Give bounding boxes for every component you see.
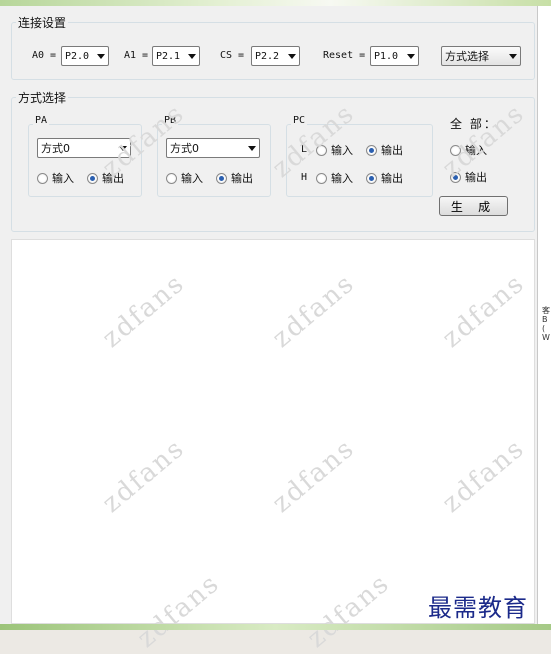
a1-label: A1 = xyxy=(124,50,149,61)
radio-selected-icon xyxy=(366,172,377,184)
all-title: 全 部： xyxy=(450,117,498,131)
connection-group: 连接设置 A0 = P2.0 A1 = P2.1 CS = P2.2 Reset… xyxy=(11,14,535,80)
app-window: 连接设置 A0 = P2.0 A1 = P2.1 CS = P2.2 Reset… xyxy=(0,6,538,654)
radio-icon xyxy=(166,172,177,184)
generate-button[interactable]: 生 成 xyxy=(439,196,508,216)
chevron-down-icon xyxy=(506,47,520,65)
pa-input-radio[interactable]: 输入 xyxy=(37,170,74,186)
pb-title: PB xyxy=(162,115,179,126)
pc-low-label: L xyxy=(301,144,308,155)
chevron-down-icon xyxy=(185,47,199,65)
radio-icon xyxy=(316,144,327,156)
pa-output-label: 输出 xyxy=(102,172,124,185)
a0-label: A0 = xyxy=(32,50,57,61)
cs-select[interactable]: P2.2 xyxy=(251,46,300,66)
all-input-label: 输入 xyxy=(465,144,487,157)
pc-low-output-radio[interactable]: 输出 xyxy=(366,142,403,158)
chevron-down-icon xyxy=(94,47,108,65)
chevron-down-icon xyxy=(245,139,259,157)
pb-output-label: 输出 xyxy=(231,172,253,185)
radio-selected-icon xyxy=(366,144,377,156)
reset-select[interactable]: P1.0 xyxy=(370,46,419,66)
chevron-down-icon xyxy=(285,47,299,65)
mode-group: 方式选择 PA 方式0 输入 输出 PB 方式0 输入 输出 PC L 输入 输… xyxy=(11,89,535,232)
all-output-radio[interactable]: 输出 xyxy=(450,169,487,185)
mode-select-dropdown[interactable]: 方式选择 xyxy=(441,46,521,66)
pc-low-output-label: 输出 xyxy=(381,144,403,157)
pc-low-input-label: 输入 xyxy=(331,144,353,157)
radio-selected-icon xyxy=(450,171,461,183)
pc-title: PC xyxy=(291,115,308,126)
chevron-down-icon xyxy=(404,47,418,65)
pa-title: PA xyxy=(33,115,50,126)
pa-mode-select[interactable]: 方式0 xyxy=(37,138,131,158)
pb-mode-value: 方式0 xyxy=(170,142,199,155)
mode-group-title: 方式选择 xyxy=(16,89,69,106)
pb-input-radio[interactable]: 输入 xyxy=(166,170,203,186)
pc-low-input-radio[interactable]: 输入 xyxy=(316,142,353,158)
pa-output-radio[interactable]: 输出 xyxy=(87,170,124,186)
radio-icon xyxy=(450,144,461,156)
reset-label: Reset = xyxy=(323,50,366,61)
radio-selected-icon xyxy=(216,172,227,184)
radio-icon xyxy=(37,172,48,184)
reset-select-value: P1.0 xyxy=(374,50,399,62)
pa-group: PA 方式0 输入 输出 xyxy=(28,115,142,197)
a0-select[interactable]: P2.0 xyxy=(61,46,109,66)
background-window-edge: 客 B ( W xyxy=(538,6,551,624)
pa-mode-value: 方式0 xyxy=(41,142,70,155)
edge-text-fragment: 客 B ( W xyxy=(542,306,550,342)
pa-input-label: 输入 xyxy=(52,172,74,185)
pc-high-output-label: 输出 xyxy=(381,172,403,185)
mode-select-value: 方式选择 xyxy=(445,50,489,63)
pb-group: PB 方式0 输入 输出 xyxy=(157,115,271,197)
pc-high-label: H xyxy=(301,172,308,183)
radio-selected-icon xyxy=(87,172,98,184)
pc-group: PC L 输入 输出 H 输入 输出 xyxy=(286,115,433,197)
pb-input-label: 输入 xyxy=(181,172,203,185)
pc-high-input-label: 输入 xyxy=(331,172,353,185)
output-area[interactable] xyxy=(11,239,535,624)
pc-high-output-radio[interactable]: 输出 xyxy=(366,170,403,186)
a1-select-value: P2.1 xyxy=(156,50,181,62)
connection-group-title: 连接设置 xyxy=(16,14,69,31)
all-output-label: 输出 xyxy=(465,171,487,184)
all-input-radio[interactable]: 输入 xyxy=(450,142,487,158)
a0-select-value: P2.0 xyxy=(65,50,90,62)
pc-high-input-radio[interactable]: 输入 xyxy=(316,170,353,186)
a1-select[interactable]: P2.1 xyxy=(152,46,200,66)
cs-label: CS = xyxy=(220,50,245,61)
brand-watermark: 最需教育 xyxy=(428,594,528,622)
cs-select-value: P2.2 xyxy=(255,50,280,62)
pb-mode-select[interactable]: 方式0 xyxy=(166,138,260,158)
radio-icon xyxy=(316,172,327,184)
window-bottom-border xyxy=(0,624,551,630)
chevron-down-icon xyxy=(116,139,130,157)
pb-output-radio[interactable]: 输出 xyxy=(216,170,253,186)
